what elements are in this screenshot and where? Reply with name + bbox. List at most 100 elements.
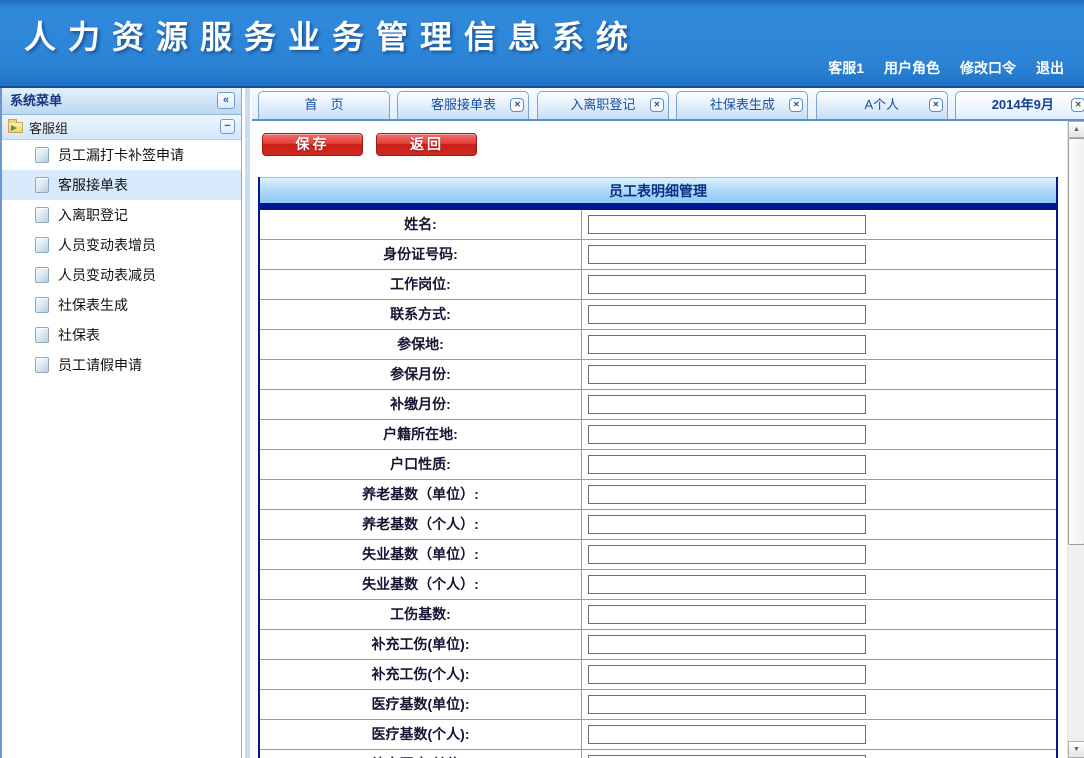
document-icon [35,327,49,343]
name-input[interactable] [588,215,866,234]
sidebar-item-leave-request[interactable]: 员工请假申请 [2,350,241,380]
back-button[interactable]: 返回 [376,133,477,156]
tab-bar: 首 页 客服接单表 ✕ 入离职登记 ✕ 社保表生成 ✕ A个人 ✕ 2014年9… [252,88,1084,121]
form-row-supp-injury-employer: 补充工伤(单位): [260,630,1056,660]
pension-base-personal-input[interactable] [588,515,866,534]
document-icon [35,237,49,253]
document-icon [35,177,49,193]
household-location-input[interactable] [588,425,866,444]
field-label: 参保地: [260,330,582,359]
scroll-up-icon[interactable]: ▲ [1068,121,1084,138]
tab-label: 客服接单表 [431,97,496,112]
form-row-pension-base-personal: 养老基数（个人）: [260,510,1056,540]
id-number-input[interactable] [588,245,866,264]
sidebar-item-service-order[interactable]: 客服接单表 [2,170,241,200]
employee-detail-form: 员工表明细管理 姓名: 身份证号码: 工作岗位: 联系方式: 参保地: 参保月份… [258,177,1058,758]
close-icon[interactable]: ✕ [650,98,664,112]
tab-service-order[interactable]: 客服接单表 ✕ [397,91,529,119]
injury-base-input[interactable] [588,605,866,624]
close-icon[interactable]: ✕ [510,98,524,112]
tab-a-personal[interactable]: A个人 ✕ [816,91,948,119]
field-label: 户口性质: [260,450,582,479]
sidebar: 系统菜单 « 客服组 − 员工漏打卡补签申请 客服接单表 入离职登记 人员变动表… [0,88,242,758]
tab-label: 入离职登记 [570,97,635,112]
group-collapse-button[interactable]: − [220,119,235,134]
close-icon[interactable]: ✕ [789,98,803,112]
sidebar-item-label: 入离职登记 [58,205,128,225]
form-row-supp-medical-employer: 补充医疗(单位): [260,750,1056,758]
sidebar-item-staff-decrease[interactable]: 人员变动表减员 [2,260,241,290]
supp-injury-employer-input[interactable] [588,635,866,654]
field-label: 补充工伤(个人): [260,660,582,689]
form-row-supp-injury-personal: 补充工伤(个人): [260,660,1056,690]
sidebar-splitter[interactable] [243,88,252,758]
sidebar-item-social-insurance-table[interactable]: 社保表 [2,320,241,350]
save-button[interactable]: 保存 [262,133,363,156]
field-label: 医疗基数(单位): [260,690,582,719]
tab-label: 首 页 [304,97,343,112]
unemployment-base-employer-input[interactable] [588,545,866,564]
medical-base-employer-input[interactable] [588,695,866,714]
supp-injury-personal-input[interactable] [588,665,866,684]
scroll-down-icon[interactable]: ▼ [1068,741,1084,758]
header-link-role[interactable]: 用户角色 [884,58,940,78]
vertical-scrollbar[interactable]: ▲ ▼ [1067,121,1084,758]
medical-base-personal-input[interactable] [588,725,866,744]
field-label: 失业基数（单位）: [260,540,582,569]
form-row-contact: 联系方式: [260,300,1056,330]
sidebar-item-label: 人员变动表减员 [58,265,156,285]
field-label: 医疗基数(个人): [260,720,582,749]
tab-social-insurance-generate[interactable]: 社保表生成 ✕ [676,91,808,119]
tab-home[interactable]: 首 页 [258,91,390,119]
tab-onboarding[interactable]: 入离职登记 ✕ [537,91,669,119]
field-label: 联系方式: [260,300,582,329]
form-row-pension-base-employer: 养老基数（单位）: [260,480,1056,510]
field-label: 养老基数（个人）: [260,510,582,539]
content-area: 首 页 客服接单表 ✕ 入离职登记 ✕ 社保表生成 ✕ A个人 ✕ 2014年9… [252,88,1084,758]
sidebar-item-label: 员工请假申请 [58,355,142,375]
insured-month-input[interactable] [588,365,866,384]
field-label: 户籍所在地: [260,420,582,449]
field-label: 补充医疗(单位): [260,750,582,758]
form-row-household-location: 户籍所在地: [260,420,1056,450]
form-row-name: 姓名: [260,210,1056,240]
sidebar-item-missed-punch[interactable]: 员工漏打卡补签申请 [2,140,241,170]
header-link-change-password[interactable]: 修改口令 [960,58,1016,78]
header-link-user[interactable]: 客服1 [828,58,864,78]
sidebar-item-social-insurance-generate[interactable]: 社保表生成 [2,290,241,320]
form-row-household-type: 户口性质: [260,450,1056,480]
document-icon [35,357,49,373]
tab-2014-september[interactable]: 2014年9月 ✕ [955,91,1084,119]
pension-base-employer-input[interactable] [588,485,866,504]
close-icon[interactable]: ✕ [929,98,943,112]
form-row-insured-month: 参保月份: [260,360,1056,390]
sidebar-group-customer-service[interactable]: 客服组 − [2,115,241,140]
field-label: 工伤基数: [260,600,582,629]
household-type-input[interactable] [588,455,866,474]
sidebar-item-label: 客服接单表 [58,175,128,195]
sidebar-item-label: 员工漏打卡补签申请 [58,145,184,165]
contact-input[interactable] [588,305,866,324]
sidebar-item-onboarding[interactable]: 入离职登记 [2,200,241,230]
app-title: 人力资源服务业务管理信息系统 [24,12,640,58]
document-icon [35,267,49,283]
unemployment-base-personal-input[interactable] [588,575,866,594]
job-position-input[interactable] [588,275,866,294]
document-icon [35,207,49,223]
sidebar-item-staff-increase[interactable]: 人员变动表增员 [2,230,241,260]
field-label: 补充工伤(单位): [260,630,582,659]
document-icon [35,297,49,313]
field-label: 姓名: [260,210,582,239]
header-link-logout[interactable]: 退出 [1036,58,1064,78]
makeup-month-input[interactable] [588,395,866,414]
close-icon[interactable]: ✕ [1071,98,1084,112]
form-row-medical-base-personal: 医疗基数(个人): [260,720,1056,750]
form-row-medical-base-employer: 医疗基数(单位): [260,690,1056,720]
sidebar-collapse-button[interactable]: « [217,92,235,109]
field-label: 失业基数（个人）: [260,570,582,599]
field-label: 工作岗位: [260,270,582,299]
folder-icon [8,122,23,133]
form-row-makeup-month: 补缴月份: [260,390,1056,420]
scrollbar-thumb[interactable] [1068,138,1084,545]
insured-place-input[interactable] [588,335,866,354]
